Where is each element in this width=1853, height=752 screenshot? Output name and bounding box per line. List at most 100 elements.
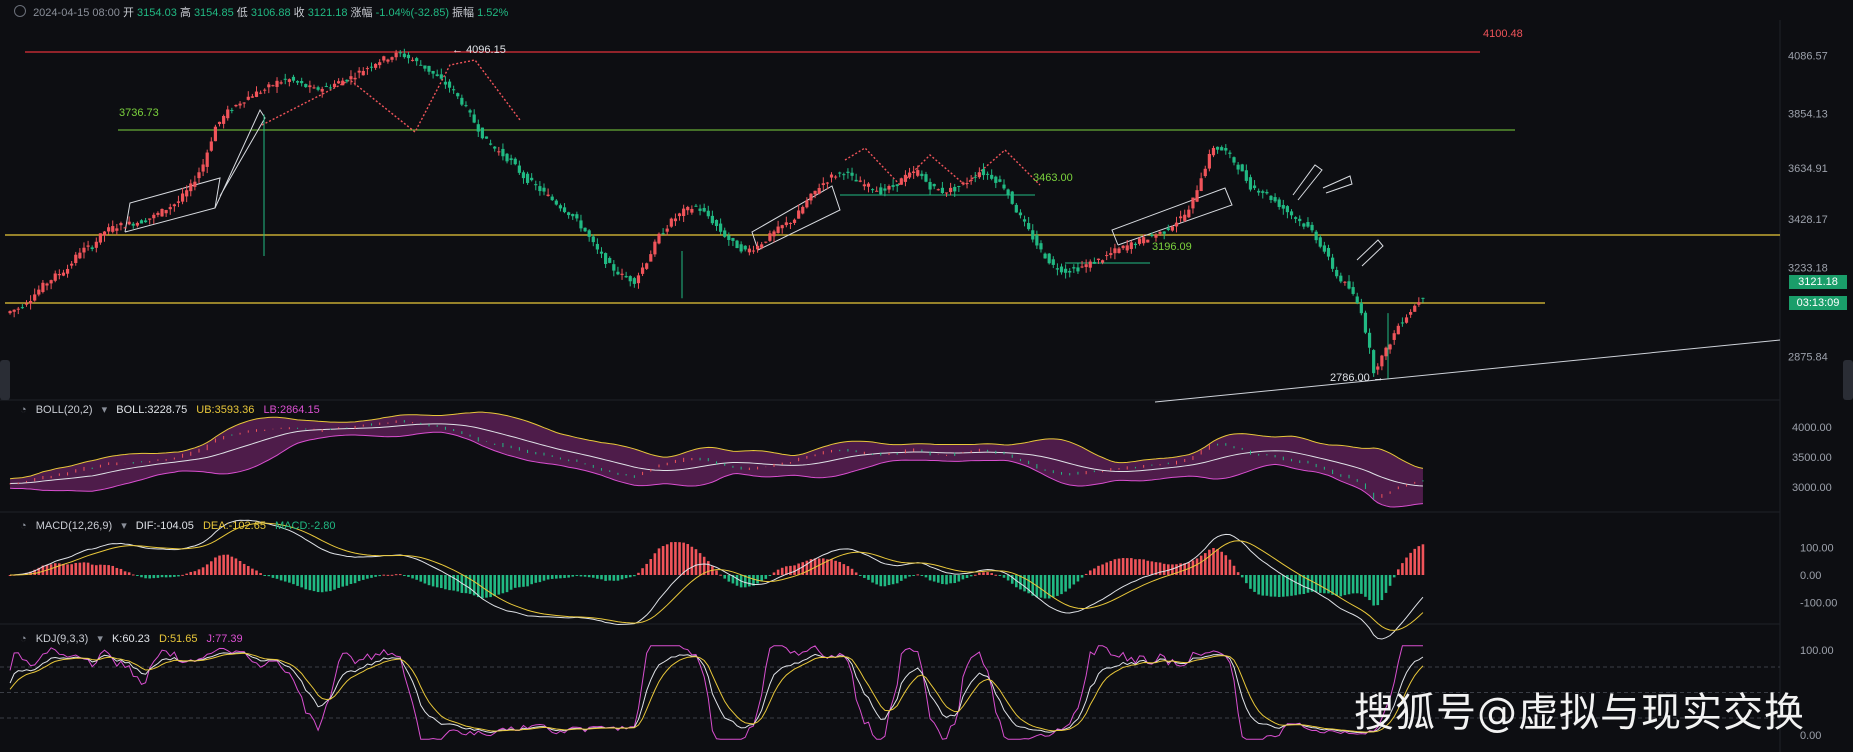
macd-histogram-bar [1401, 563, 1404, 575]
candle-body [509, 158, 513, 161]
candle-body [168, 207, 172, 210]
macd-histogram-bar [965, 575, 969, 579]
candle-body [1162, 231, 1166, 234]
candle-body [1166, 228, 1170, 230]
macd-value: MACD:-2.80 [275, 520, 336, 532]
macd-histogram-bar [867, 575, 870, 580]
candle-body [1076, 267, 1080, 272]
macd-histogram-bar [341, 575, 345, 587]
macd-histogram-bar [66, 564, 69, 575]
candle-body [628, 276, 632, 282]
macd-histogram-bar [189, 571, 193, 575]
candle-body [398, 52, 402, 54]
candle-body [1183, 214, 1187, 221]
macd-histogram-bar [1068, 575, 1072, 589]
macd-histogram-bar [887, 575, 891, 586]
candle-body [452, 89, 456, 91]
candle-body [1100, 260, 1105, 263]
candle-body [1137, 238, 1142, 244]
macd-histogram-bar [177, 575, 180, 577]
macd-histogram-bar [1216, 549, 1219, 575]
macd-histogram-bar [546, 575, 550, 580]
macd-histogram-bar [427, 575, 431, 586]
macd-histogram-bar [361, 575, 365, 580]
macd-histogram-bar [932, 575, 936, 582]
candle-body [1236, 164, 1240, 170]
macd-histogram-bar [99, 564, 102, 575]
candle-body [1010, 191, 1014, 204]
candle-body [1109, 253, 1113, 256]
macd-histogram-bar [1150, 561, 1154, 575]
candle-body [1224, 147, 1228, 151]
dropdown-icon[interactable]: ▾ [121, 520, 127, 532]
candle-body [677, 213, 682, 217]
dropdown-icon[interactable]: ▾ [102, 404, 108, 416]
candle-body [924, 174, 928, 182]
kdj-legend[interactable]: ◔ KDJ(9,3,3) ▾ K:60.23 D:51.65 J:77.39 [20, 632, 249, 645]
macd-dif: DIF:-104.05 [135, 520, 194, 532]
candle-body [435, 74, 439, 76]
macd-histogram-bar [337, 575, 340, 588]
candle-body [275, 80, 279, 87]
macd-histogram-bar [78, 562, 82, 575]
macd-histogram-bar [1384, 575, 1388, 593]
macd-histogram-bar [201, 567, 205, 575]
macd-histogram-bar [242, 563, 246, 575]
candle-body [809, 193, 813, 201]
candle-body [682, 208, 686, 217]
candle-body [1170, 226, 1175, 231]
macd-histogram-bar [70, 564, 73, 575]
candle-body [1384, 347, 1388, 357]
macd-histogram-bar [90, 564, 94, 575]
candle-body [838, 172, 842, 174]
candle-body [1298, 218, 1302, 222]
macd-histogram-bar [140, 575, 143, 578]
kdj-k: K:60.23 [111, 633, 150, 645]
macd-histogram-bar [670, 542, 673, 575]
candle-body [148, 218, 152, 220]
candle-body [1039, 243, 1043, 250]
candle-body [74, 254, 78, 264]
macd-legend[interactable]: ◔ MACD(12,26,9) ▾ DIF:-104.05 DEA:-102.6… [20, 519, 342, 532]
candle-body [1261, 191, 1265, 193]
candle-body [513, 158, 517, 165]
macd-histogram-bar [390, 574, 394, 576]
boll-legend[interactable]: ◔ BOLL(20,2) ▾ BOLL:3228.75 UB:3593.36 L… [20, 403, 326, 416]
macd-histogram-bar [522, 575, 525, 587]
candle-body [780, 225, 784, 229]
candle-body [801, 206, 805, 214]
macd-histogram-bar [468, 575, 472, 594]
bell-icon[interactable]: ◔ [20, 633, 27, 645]
right-scroll-handle[interactable] [1843, 360, 1853, 400]
dropdown-icon[interactable]: ▾ [97, 633, 103, 645]
candle-body [94, 241, 98, 248]
macd-histogram-bar [559, 575, 562, 579]
candle-body [476, 124, 480, 132]
macd-histogram-bar [349, 575, 353, 584]
candle-body [1326, 247, 1331, 257]
candle-body [271, 85, 275, 87]
macd-histogram-bar [345, 575, 349, 586]
macd-histogram-bar [131, 574, 135, 576]
candle-body [378, 62, 382, 66]
macd-dif-line [10, 519, 1424, 640]
candlestick-chart[interactable]: 4000.003500.003000.00 100.000.00-100.00 … [0, 0, 1853, 752]
candle-body [328, 87, 333, 89]
candle-body [316, 87, 320, 90]
macd-histogram-bar [226, 554, 230, 575]
candle-body [858, 180, 862, 182]
candle-body [1084, 264, 1088, 268]
label-low: 2786.00 → [1330, 372, 1384, 384]
left-scroll-handle[interactable] [0, 360, 10, 400]
macd-histogram-bar [891, 575, 895, 585]
bell-icon[interactable]: ◔ [20, 404, 27, 416]
macd-histogram-bar [1199, 555, 1203, 575]
macd-histogram-bar [748, 575, 751, 587]
candle-body [86, 245, 90, 247]
macd-histogram-bar [251, 568, 254, 575]
price-tick-label: 3233.18 [1788, 263, 1828, 275]
bell-icon[interactable]: ◔ [20, 520, 27, 532]
candle-body [739, 244, 743, 252]
candle-body [870, 189, 875, 191]
macd-histogram-bar [1162, 563, 1166, 575]
